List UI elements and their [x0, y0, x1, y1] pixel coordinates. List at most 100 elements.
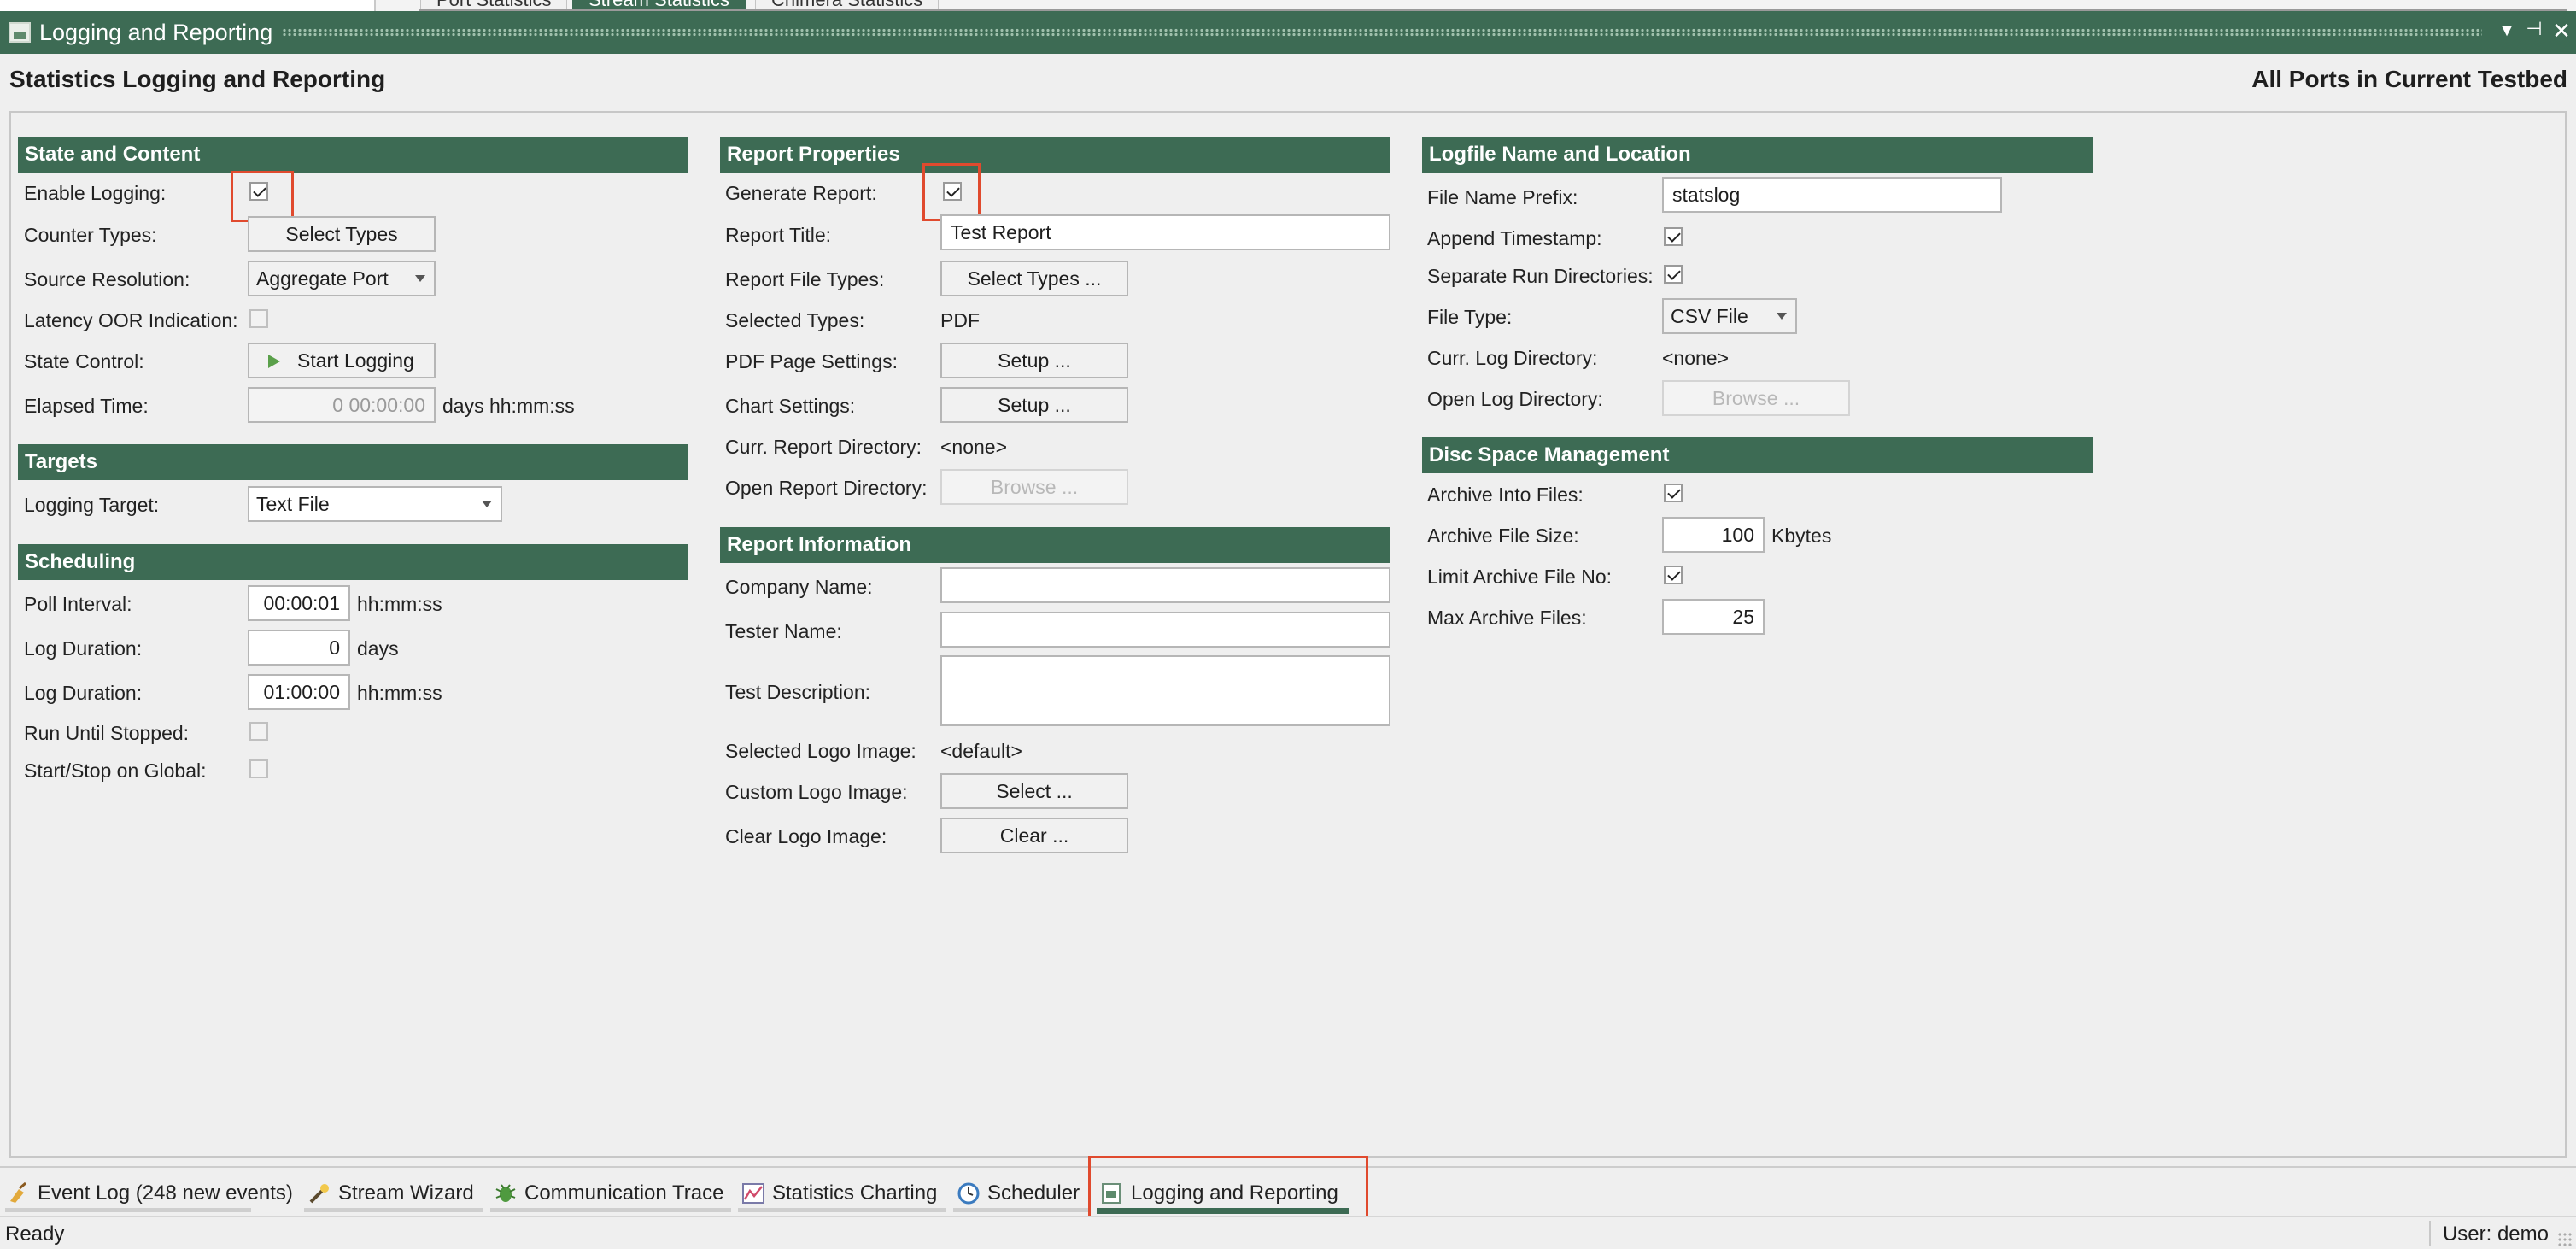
start-logging-label: Start Logging [297, 349, 414, 372]
latency-oor-checkbox[interactable] [249, 309, 268, 328]
wand-icon [307, 1182, 331, 1204]
archive-into-files-checkbox[interactable] [1664, 484, 1683, 502]
limit-archive-checkbox[interactable] [1664, 566, 1683, 584]
archive-into-files-label: Archive Into Files: [1427, 484, 1584, 506]
clear-logo-label: Clear Logo Image: [725, 825, 887, 847]
custom-logo-select-button[interactable]: Select ... [940, 773, 1128, 809]
report-select-types-button[interactable]: Select Types ... [940, 261, 1128, 296]
selected-logo-value: <default> [940, 740, 1022, 762]
archive-file-size-unit: Kbytes [1771, 525, 1832, 547]
log-browse-button[interactable]: Browse ... [1662, 380, 1850, 416]
poll-interval-field[interactable]: 00:00:01 [248, 585, 350, 621]
selected-logo-label: Selected Logo Image: [725, 740, 916, 762]
report-file-types-label: Report File Types: [725, 268, 885, 290]
tab-separator [304, 1208, 483, 1212]
company-name-label: Company Name: [725, 576, 873, 598]
log-duration-days-field[interactable]: 0 [248, 630, 350, 666]
tab-label: Scheduler [987, 1182, 1080, 1205]
section-report-information: Report Information [720, 527, 1390, 563]
tab-separator [490, 1208, 731, 1212]
chart-setup-button[interactable]: Setup ... [940, 387, 1128, 423]
tab-chimera-statistics[interactable]: Chimera Statistics [755, 0, 940, 9]
tab-scheduler[interactable]: Scheduler [957, 1176, 1080, 1211]
chart-icon [741, 1182, 765, 1204]
start-logging-button[interactable]: Start Logging [248, 343, 436, 378]
test-description-field[interactable] [940, 655, 1390, 726]
select-types-button[interactable]: Select Types [248, 216, 436, 252]
max-archive-files-field[interactable]: 25 [1662, 599, 1765, 635]
start-stop-global-label: Start/Stop on Global: [24, 759, 207, 782]
tab-port-statistics[interactable]: Port Statistics [420, 0, 568, 9]
pin-icon[interactable]: ⊣ [2521, 18, 2547, 40]
start-stop-global-checkbox[interactable] [249, 759, 268, 778]
tab-separator [953, 1208, 1088, 1212]
section-state-content: State and Content [18, 137, 688, 173]
file-type-dropdown[interactable]: CSV File [1662, 298, 1797, 334]
tab-stream-wizard[interactable]: Stream Wizard [307, 1176, 474, 1211]
tab-label: Statistics Charting [772, 1182, 938, 1205]
source-resolution-dropdown[interactable]: Aggregate Port [248, 261, 436, 296]
bug-icon [494, 1182, 518, 1204]
section-disc-space: Disc Space Management [1422, 437, 2093, 473]
titlebar-grip[interactable] [282, 28, 2482, 37]
clear-logo-button[interactable]: Clear ... [940, 818, 1128, 853]
highlight-enable-logging [231, 171, 294, 222]
tab-statistics-charting[interactable]: Statistics Charting [741, 1176, 937, 1211]
state-control-label: State Control: [24, 350, 144, 372]
report-title-field[interactable]: Test Report [940, 214, 1390, 250]
test-description-label: Test Description: [725, 681, 871, 703]
tester-name-field[interactable] [940, 612, 1390, 648]
company-name-field[interactable] [940, 567, 1390, 603]
close-icon[interactable]: ✕ [2549, 18, 2574, 44]
dropdown-icon[interactable]: ▼ [2494, 21, 2520, 41]
log-duration-time-label: Log Duration: [24, 682, 143, 704]
log-duration-time-unit: hh:mm:ss [357, 682, 442, 704]
curr-log-dir-label: Curr. Log Directory: [1427, 347, 1598, 369]
curr-log-dir-value: <none> [1662, 347, 1730, 369]
page-title: Statistics Logging and Reporting [9, 66, 386, 92]
limit-archive-label: Limit Archive File No: [1427, 566, 1613, 588]
archive-file-size-label: Archive File Size: [1427, 525, 1579, 547]
open-report-dir-label: Open Report Directory: [725, 477, 928, 499]
upper-left-pane [0, 0, 376, 11]
tab-event-log[interactable]: Event Log (248 new events) [7, 1176, 293, 1211]
resize-grip-icon[interactable] [2557, 1232, 2573, 1247]
selected-types-label: Selected Types: [725, 309, 865, 331]
window-title: Logging and Reporting [39, 20, 273, 45]
run-until-stopped-checkbox[interactable] [249, 722, 268, 741]
chart-settings-label: Chart Settings: [725, 395, 856, 417]
tab-communication-trace[interactable]: Communication Trace [494, 1176, 723, 1211]
scope-title: All Ports in Current Testbed [2251, 66, 2567, 92]
report-browse-button[interactable]: Browse ... [940, 469, 1128, 505]
file-name-prefix-field[interactable]: statslog [1662, 177, 2002, 213]
latency-oor-label: Latency OOR Indication: [24, 309, 238, 331]
poll-interval-unit: hh:mm:ss [357, 593, 442, 615]
separate-run-dirs-checkbox[interactable] [1664, 265, 1683, 284]
pdf-setup-button[interactable]: Setup ... [940, 343, 1128, 378]
section-logfile: Logfile Name and Location [1422, 137, 2093, 173]
highlight-generate-report [922, 163, 981, 221]
file-type-value: CSV File [1671, 305, 1748, 327]
log-duration-days-unit: days [357, 637, 399, 660]
open-log-dir-label: Open Log Directory: [1427, 388, 1603, 410]
log-duration-time-field[interactable]: 01:00:00 [248, 674, 350, 710]
elapsed-time-field: 0 00:00:00 [248, 387, 436, 423]
max-archive-files-label: Max Archive Files: [1427, 607, 1587, 629]
logging-target-dropdown[interactable]: Text File [248, 486, 502, 522]
curr-report-dir-label: Curr. Report Directory: [725, 436, 922, 458]
separate-run-dirs-label: Separate Run Directories: [1427, 265, 1654, 287]
tab-separator [5, 1208, 251, 1212]
section-scheduling: Scheduling [18, 544, 688, 580]
custom-logo-label: Custom Logo Image: [725, 781, 908, 803]
pdf-page-settings-label: PDF Page Settings: [725, 350, 898, 372]
tab-stream-statistics[interactable]: Stream Statistics [572, 0, 746, 9]
status-text: Ready [5, 1223, 65, 1246]
append-timestamp-checkbox[interactable] [1664, 227, 1683, 246]
clock-icon [957, 1182, 981, 1205]
tester-name-label: Tester Name: [725, 620, 842, 642]
logging-target-label: Logging Target: [24, 494, 160, 516]
tab-label: Communication Trace [524, 1182, 724, 1205]
status-bar: Ready User: demo [0, 1216, 2576, 1249]
archive-file-size-field[interactable]: 100 [1662, 517, 1765, 553]
elapsed-time-unit: days hh:mm:ss [442, 395, 575, 417]
